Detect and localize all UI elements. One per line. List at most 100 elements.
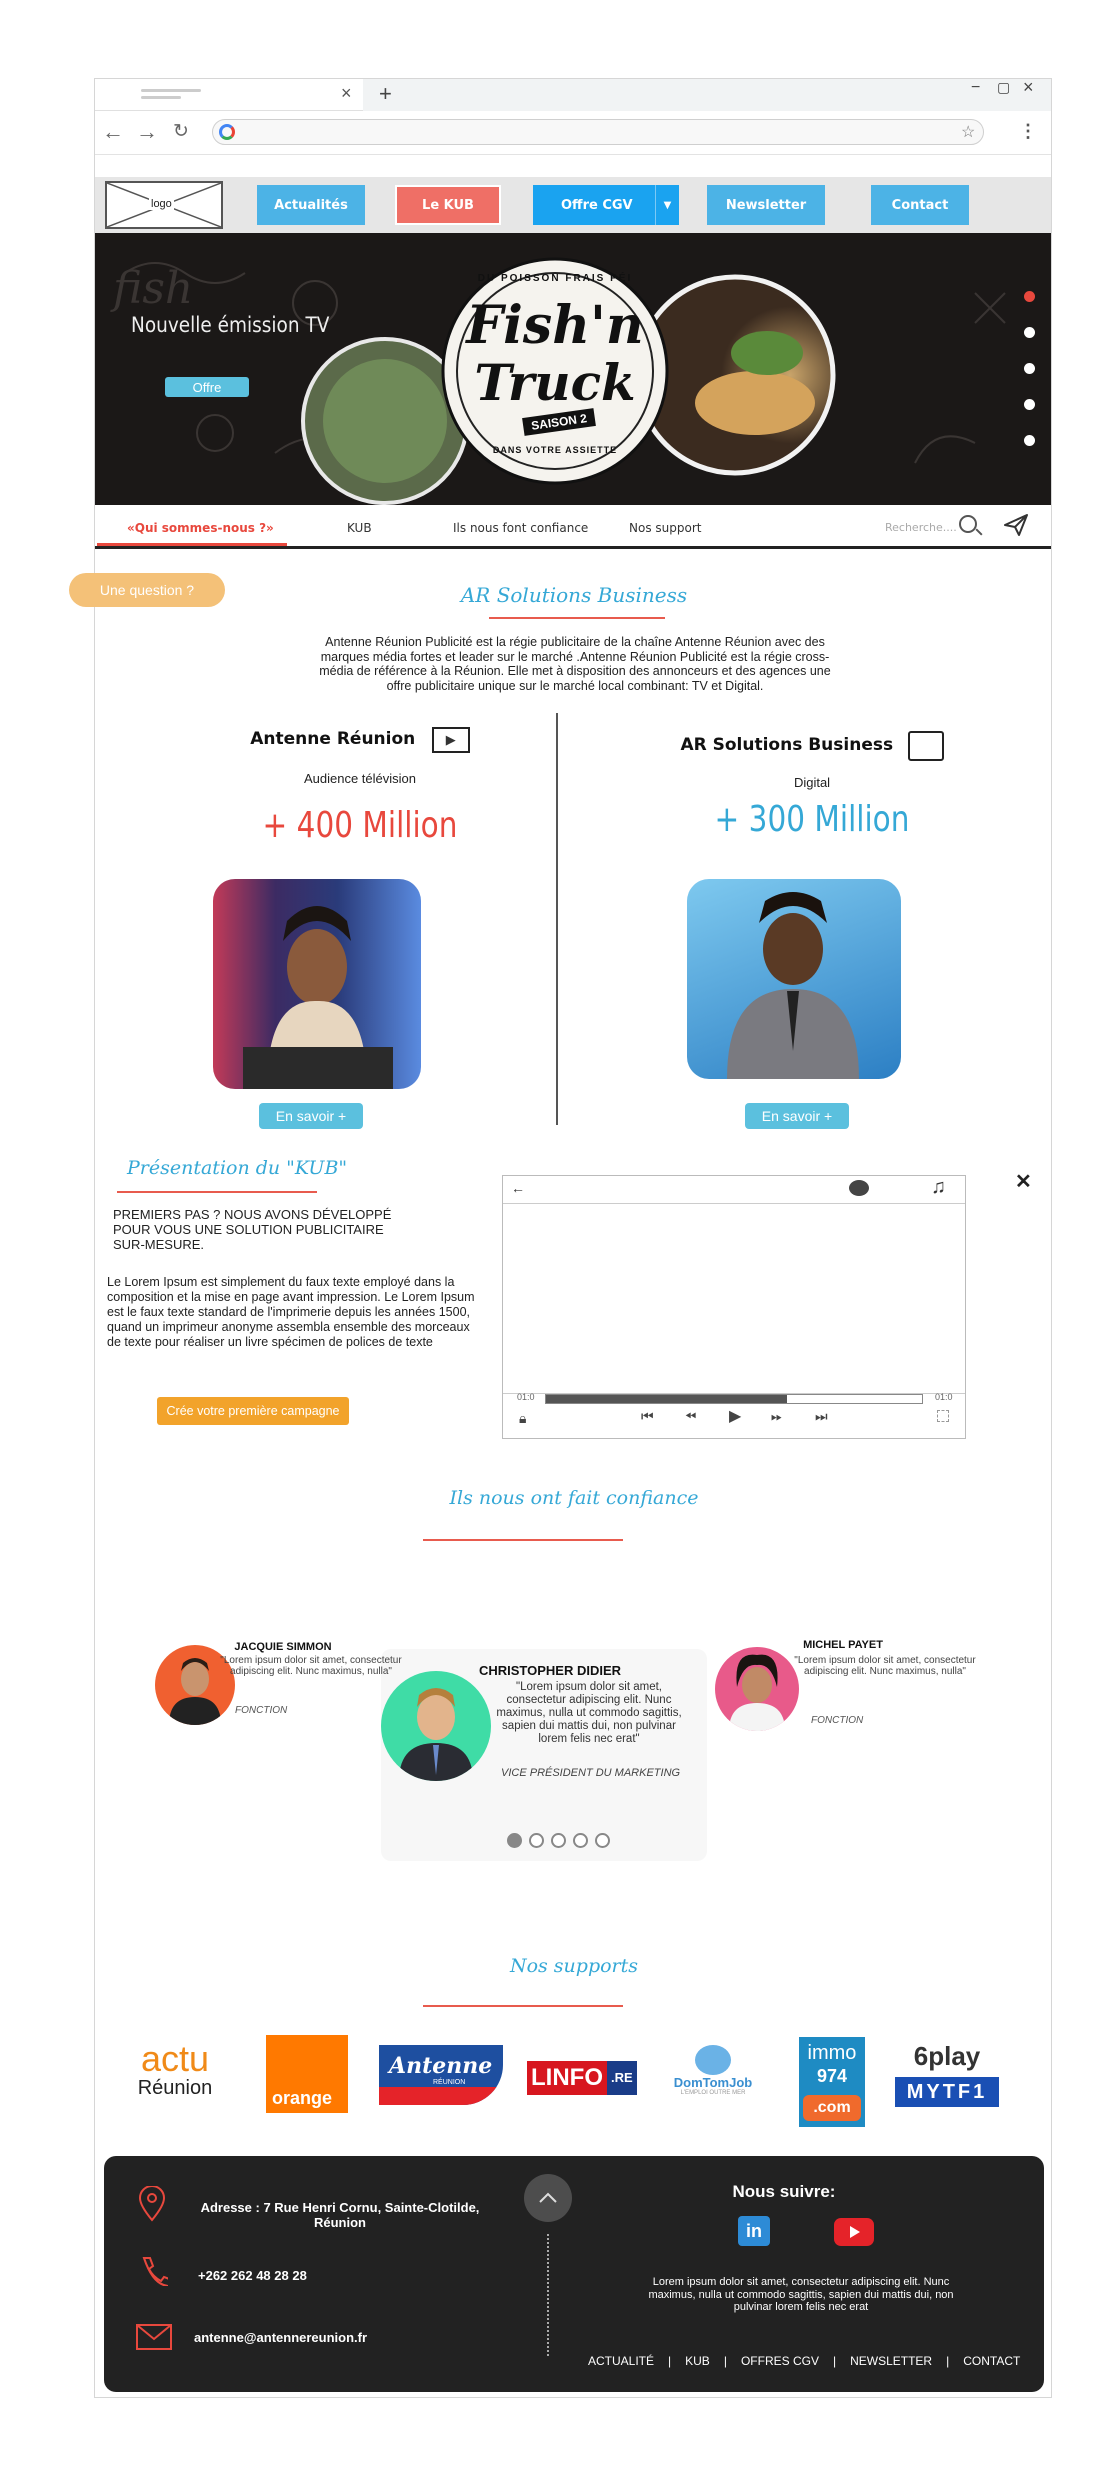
new-tab-icon[interactable]: + — [379, 81, 392, 107]
footer-text: Lorem ipsum dolor sit amet, consectetur … — [648, 2276, 954, 2313]
search-icon[interactable] — [959, 515, 977, 533]
play-icon[interactable]: ▶ — [729, 1406, 741, 1426]
logo-domtomjob[interactable]: DomTomJob L'EMPLOI OUTRE MER — [661, 2045, 765, 2111]
main-navbar: logo Actualités Le KUB Offre CGV ▼ Newsl… — [95, 177, 1051, 233]
logo-bottom-text: DANS VOTRE ASSIETTE — [492, 445, 618, 455]
logo-title-line1: Fish'n — [466, 295, 644, 356]
footer-link-separator: | — [946, 2354, 950, 2368]
testimonial-role-2: VICE PRÉSIDENT DU MARKETING — [501, 1767, 681, 1779]
reload-icon[interactable]: ↻ — [169, 121, 193, 143]
kub-title: Présentation du "KUB" — [127, 1157, 348, 1179]
slider-dot-4[interactable] — [1024, 399, 1035, 410]
nav-contact-button[interactable]: Contact — [871, 185, 969, 225]
footer-link-newsletter[interactable]: NEWSLETTER — [850, 2354, 932, 2368]
stat-antenne-sub: Audience télévision — [303, 771, 417, 786]
logo-antenne[interactable]: Antenne RÉUNION — [379, 2045, 503, 2105]
slider-dot-2[interactable] — [1024, 327, 1035, 338]
youtube-icon[interactable] — [834, 2218, 874, 2246]
logo-orange[interactable]: orange — [266, 2035, 348, 2113]
slider-dot-5[interactable] — [1024, 435, 1035, 446]
site-logo[interactable]: logo — [105, 181, 223, 229]
testimonials-title: Ils nous ont fait confiance — [449, 1487, 699, 1509]
maximize-icon[interactable]: ▢ — [997, 79, 1010, 96]
logo-season-badge: SAISON 2 — [522, 408, 596, 436]
nav-offre-cgv-dropdown[interactable]: Offre CGV ▼ — [533, 185, 679, 225]
about-title-underline — [489, 617, 665, 619]
supports-title-underline — [423, 2005, 623, 2007]
url-input[interactable]: ☆ — [212, 119, 984, 145]
subnav-kub[interactable]: KUB — [347, 521, 372, 535]
bookmark-star-icon[interactable]: ☆ — [961, 122, 975, 142]
slider-dot-3[interactable] — [1024, 363, 1035, 374]
question-button[interactable]: Une question ? — [69, 573, 225, 607]
chat-icon[interactable] — [849, 1180, 869, 1196]
ars-learn-more-button[interactable]: En savoir + — [745, 1103, 849, 1129]
music-note-icon[interactable]: ♫ — [931, 1176, 946, 1199]
nav-newsletter-button[interactable]: Newsletter — [707, 185, 825, 225]
footer-divider — [547, 2234, 549, 2356]
rewind-icon[interactable]: ⏪︎ — [685, 1408, 696, 1425]
testimonial-page-dot[interactable] — [529, 1833, 544, 1848]
close-player-icon[interactable]: ✕ — [1015, 1169, 1032, 1194]
ars-presenter-photo — [687, 879, 901, 1079]
subnav-trust[interactable]: Ils nous font confiance — [453, 521, 588, 535]
footer-link-contact[interactable]: CONTACT — [963, 2354, 1020, 2368]
logo-linfo[interactable]: LINFO .RE — [527, 2061, 645, 2095]
email-icon — [136, 2324, 172, 2350]
logo-immo974[interactable]: immo 974 .com — [799, 2037, 865, 2127]
player-video-area[interactable] — [503, 1204, 965, 1394]
about-text: Antenne Réunion Publicité est la régie p… — [319, 635, 831, 693]
linkedin-icon[interactable]: in — [738, 2216, 770, 2246]
create-campaign-button[interactable]: Crée votre première campagne — [157, 1397, 349, 1425]
devices-icon — [907, 731, 944, 761]
testimonial-name-1: JACQUIE SIMMON — [234, 1641, 332, 1653]
testimonial-name-2: CHRISTOPHER DIDIER — [478, 1663, 622, 1678]
nav-kub-button[interactable]: Le KUB — [395, 185, 501, 225]
footer-address: Adresse : 7 Rue Henri Cornu, Sainte-Clot… — [200, 2200, 480, 2230]
testimonial-role-1: FONCTION — [235, 1705, 288, 1716]
browser-tab[interactable]: × — [95, 79, 363, 111]
back-arrow-icon[interactable]: ← — [101, 121, 125, 143]
hero-slider: fish Nouvelle émission TV Offre DU POISS… — [95, 233, 1051, 505]
fast-forward-icon[interactable]: ⏩︎ — [771, 1408, 782, 1425]
skip-back-icon[interactable]: ⏮︎ — [641, 1408, 654, 1425]
subnav-support[interactable]: Nos support — [629, 521, 701, 535]
testimonial-page-dot[interactable] — [551, 1833, 566, 1848]
testimonial-page-dot[interactable] — [573, 1833, 588, 1848]
nav-actualites-button[interactable]: Actualités — [257, 185, 365, 225]
stat-ars: AR Solutions Business — [647, 731, 977, 761]
player-back-icon[interactable]: ← — [511, 1180, 525, 1196]
fullscreen-icon[interactable] — [937, 1410, 949, 1422]
testimonial-page-dot[interactable] — [595, 1833, 610, 1848]
testimonial-page-dot[interactable] — [507, 1833, 522, 1848]
send-icon[interactable] — [1003, 513, 1029, 537]
footer-links: ACTUALITÉ | KUB | OFFRES CGV | NEWSLETTE… — [588, 2354, 1028, 2368]
window-close-icon[interactable]: × — [1023, 77, 1034, 98]
footer-email[interactable]: antenne@antennereunion.fr — [194, 2330, 367, 2345]
kub-title-underline — [117, 1191, 317, 1193]
subnav-about[interactable]: «Qui sommes-nous ?» — [127, 521, 274, 535]
close-tab-icon[interactable]: × — [341, 83, 352, 104]
hero-heading: Nouvelle émission TV — [131, 313, 330, 337]
browser-menu-icon[interactable]: ⋮ — [1019, 121, 1037, 142]
player-progress-track[interactable] — [545, 1394, 923, 1404]
slider-dot-1[interactable] — [1024, 291, 1035, 302]
footer-link-offres[interactable]: OFFRES CGV — [741, 2354, 819, 2368]
logo-6play-mytf1[interactable]: 6play MYTF1 — [895, 2041, 999, 2117]
dropdown-caret-icon: ▼ — [655, 185, 679, 225]
footer-link-kub[interactable]: KUB — [685, 2354, 710, 2368]
lock-icon[interactable]: 🔒︎ — [519, 1410, 526, 1427]
footer-link-actualite[interactable]: ACTUALITÉ — [588, 2354, 654, 2368]
skip-forward-icon[interactable]: ⏭︎ — [815, 1408, 828, 1425]
media-player: ← ♫ 01:0 01:0 🔒︎ ⏮︎ ⏪︎ ▶ ⏩︎ ⏭︎ — [502, 1175, 966, 1439]
hero-offer-button[interactable]: Offre — [165, 377, 249, 397]
browser-window: × + − ▢ × ← → ↻ ☆ ⋮ logo Actualités Le K… — [69, 77, 1052, 2398]
footer-phone[interactable]: +262 262 48 28 28 — [198, 2268, 307, 2283]
scroll-top-button[interactable] — [524, 2174, 572, 2222]
minimize-icon[interactable]: − — [971, 79, 980, 97]
antenne-learn-more-button[interactable]: En savoir + — [259, 1103, 363, 1129]
logo-actu-reunion[interactable]: actu Réunion — [125, 2041, 225, 2107]
footer-link-separator: | — [723, 2354, 727, 2368]
forward-arrow-icon[interactable]: → — [135, 121, 159, 143]
search-input[interactable]: Recherche.... — [885, 521, 957, 534]
